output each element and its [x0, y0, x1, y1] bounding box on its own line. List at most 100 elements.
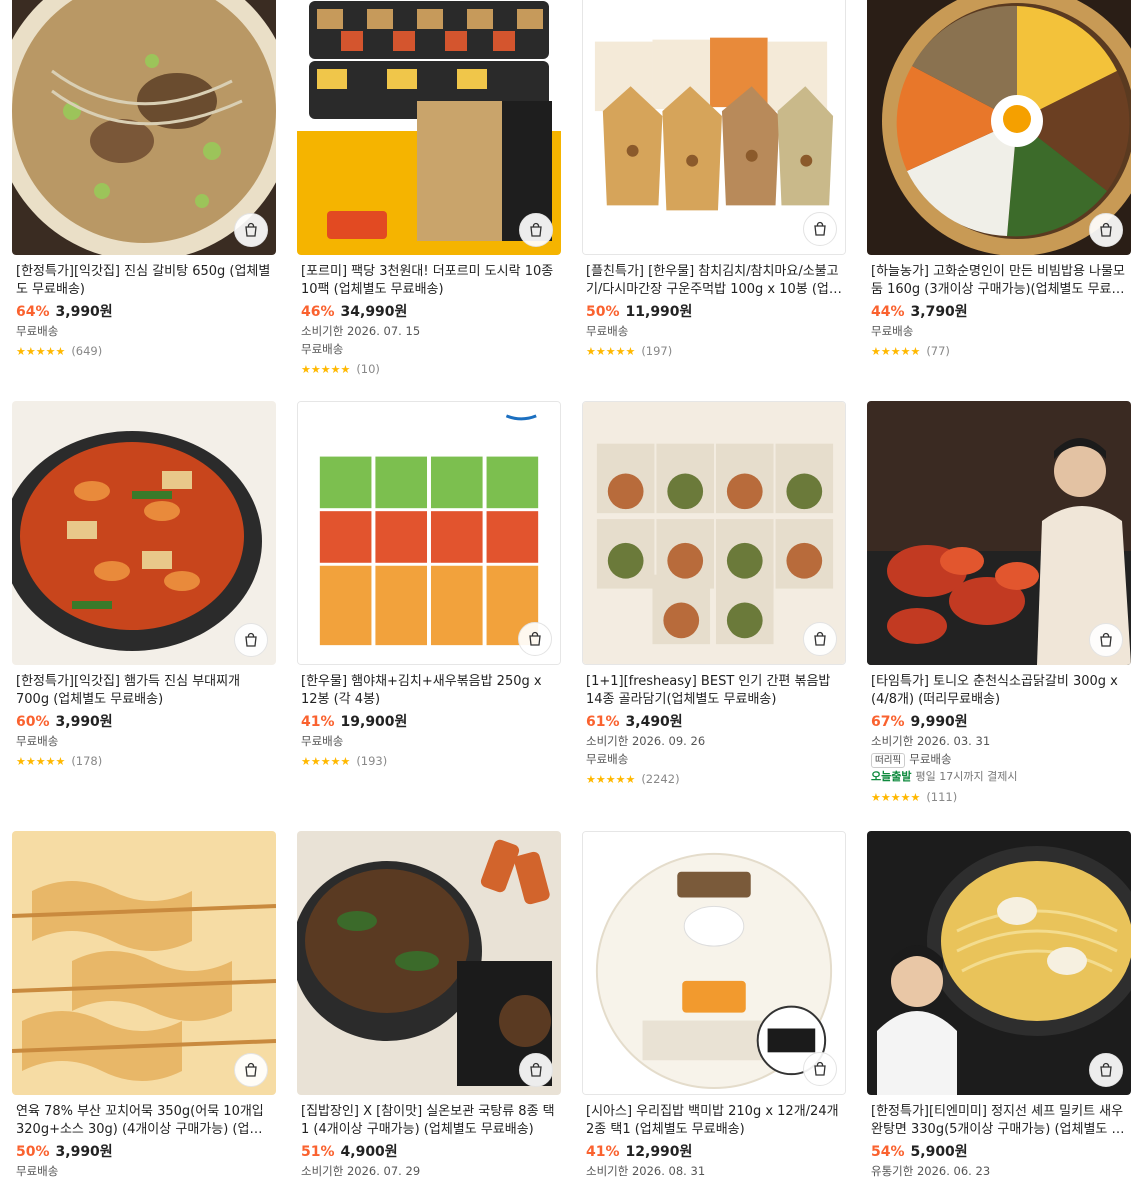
shipping-info: 무료배송 [586, 752, 629, 766]
product-title[interactable]: [한정특가][익갓집] 진심 갈비탕 650g (업체별도 무료배송) [16, 263, 272, 299]
product-price: 34,990원 [340, 304, 408, 320]
product-card[interactable]: [시아스] 우리집밥 백미밥 210g x 12개/24개 2종 택1 (업체별… [582, 831, 846, 1180]
product-image[interactable] [12, 831, 276, 1095]
rating-stars: ★★★★★ [871, 344, 921, 358]
product-image[interactable] [582, 401, 846, 665]
product-card[interactable]: [1+1][fresheasy] BEST 인기 간편 볶음밥 14종 골라담기… [582, 401, 846, 788]
product-title[interactable]: [타임특가] 토니오 춘천식소곱닭갈비 300g x (4/8개) (떠리무료배… [871, 673, 1127, 709]
product-card[interactable]: [한정특가][익갓집] 햄가득 진심 부대찌개 700g (업체별도 무료배송)… [12, 401, 276, 770]
shopping-bag-icon [1100, 222, 1112, 237]
discount-rate: 50% [586, 304, 620, 320]
discount-rate: 64% [16, 304, 50, 320]
product-image[interactable] [867, 831, 1131, 1095]
discount-rate: 67% [871, 714, 905, 730]
expiry-date: 소비기한 2026. 07. 15 [301, 324, 421, 338]
shipping-info: 무료배송 [586, 324, 629, 338]
rating: ★★★★★ (178) [16, 752, 272, 770]
rating-stars: ★★★★★ [301, 754, 351, 768]
product-title[interactable]: [집밥장인] X [참이맛] 실온보관 국탕류 8종 택1 (4개이상 구매가능… [301, 1103, 557, 1139]
add-to-cart-button[interactable] [519, 213, 553, 247]
product-card[interactable]: [플친특가] [한우물] 참치김치/참치마요/소불고기/다시마간장 구운주먹밥 … [582, 0, 846, 360]
review-count: (193) [356, 754, 388, 768]
add-to-cart-button[interactable] [519, 1053, 553, 1087]
shopping-bag-icon [814, 1061, 826, 1076]
rating: ★★★★★ (2242) [586, 770, 842, 788]
add-to-cart-button[interactable] [803, 1052, 837, 1086]
add-to-cart-button[interactable] [803, 212, 837, 246]
rating: ★★★★★ (111) [871, 788, 1127, 806]
product-price: 3,990원 [55, 714, 113, 730]
shopping-bag-icon [530, 222, 542, 237]
rating-stars: ★★★★★ [586, 344, 636, 358]
product-card[interactable]: [하늘농가] 고화순명인이 만든 비빔밥용 나물모둠 160g (3개이상 구매… [867, 0, 1131, 360]
today-delivery-badge: 오늘출발 [871, 770, 912, 783]
rating: ★★★★★ (10) [301, 360, 557, 378]
gamjatang-image [297, 831, 561, 1095]
product-price: 19,900원 [340, 714, 408, 730]
rating: ★★★★★ (649) [16, 342, 272, 360]
product-image[interactable] [297, 401, 561, 665]
product-card[interactable]: [한정특가][익갓집] 진심 갈비탕 650g (업체별도 무료배송) 64% 3… [12, 0, 276, 360]
shopping-bag-icon [245, 632, 257, 647]
discount-rate: 54% [871, 1144, 905, 1160]
shipping-info: 무료배송 [301, 342, 344, 356]
add-to-cart-button[interactable] [518, 622, 552, 656]
rating-stars: ★★★★★ [301, 362, 351, 376]
shipping-info: 무료배송 [301, 734, 344, 748]
budae-jjigae-image [12, 401, 276, 665]
dakgalbi-image [867, 401, 1131, 665]
shopping-bag-icon [529, 631, 541, 646]
product-price: 9,990원 [910, 714, 968, 730]
shopping-bag-icon [245, 1062, 257, 1077]
add-to-cart-button[interactable] [234, 213, 268, 247]
product-title[interactable]: [시아스] 우리집밥 백미밥 210g x 12개/24개 2종 택1 (업체별… [586, 1103, 842, 1139]
product-image[interactable] [12, 0, 276, 255]
product-card[interactable]: 연육 78% 부산 꼬치어묵 350g(어묵 10개입 320g+소스 30g)… [12, 831, 276, 1180]
product-card[interactable]: [집밥장인] X [참이맛] 실온보관 국탕류 8종 택1 (4개이상 구매가능… [297, 831, 561, 1180]
rating-stars: ★★★★★ [16, 344, 66, 358]
product-image[interactable] [12, 401, 276, 665]
product-image[interactable] [297, 831, 561, 1095]
add-to-cart-button[interactable] [234, 1053, 268, 1087]
product-title[interactable]: [1+1][fresheasy] BEST 인기 간편 볶음밥 14종 골라담기… [586, 673, 842, 709]
add-to-cart-button[interactable] [1089, 623, 1123, 657]
product-image[interactable] [582, 831, 846, 1095]
review-count: (2242) [641, 772, 680, 786]
product-price: 12,990원 [625, 1144, 693, 1160]
add-to-cart-button[interactable] [1089, 1053, 1123, 1087]
product-title[interactable]: [하늘농가] 고화순명인이 만든 비빔밥용 나물모둠 160g (3개이상 구매… [871, 263, 1127, 299]
product-price: 3,490원 [625, 714, 683, 730]
discount-rate: 41% [301, 714, 335, 730]
product-title[interactable]: [플친특가] [한우물] 참치김치/참치마요/소불고기/다시마간장 구운주먹밥 … [586, 263, 842, 299]
galbitang-image [12, 0, 276, 255]
product-card[interactable]: [포르미] 팩당 3천원대! 더포르미 도시락 10종 10팩 (업체별도 무료… [297, 0, 561, 378]
product-title[interactable]: [한우물] 햄야채+김치+새우볶음밥 250g x 12봉 (각 4봉) [301, 673, 557, 709]
product-image[interactable] [582, 0, 846, 255]
add-to-cart-button[interactable] [1089, 213, 1123, 247]
discount-rate: 50% [16, 1144, 50, 1160]
product-card[interactable]: [타임특가] 토니오 춘천식소곱닭갈비 300g x (4/8개) (떠리무료배… [867, 401, 1131, 806]
white-rice-bowl-image [583, 832, 845, 1094]
shopping-bag-icon [814, 221, 826, 236]
shopping-bag-icon [530, 1062, 542, 1077]
fresheasy-fried-rice-image [583, 402, 845, 664]
rating-stars: ★★★★★ [586, 772, 636, 786]
add-to-cart-button[interactable] [234, 623, 268, 657]
product-card[interactable]: [한우물] 햄야채+김치+새우볶음밥 250g x 12봉 (각 4봉) 41%… [297, 401, 561, 770]
discount-rate: 61% [586, 714, 620, 730]
product-card[interactable]: [한정특가][티엔미미] 정지선 셰프 밀키트 새우완탕면 330g(5개이상 … [867, 831, 1131, 1180]
product-title[interactable]: [포르미] 팩당 3천원대! 더포르미 도시락 10종 10팩 (업체별도 무료… [301, 263, 557, 299]
product-title[interactable]: [한정특가][익갓집] 햄가득 진심 부대찌개 700g (업체별도 무료배송) [16, 673, 272, 709]
product-title[interactable]: 연육 78% 부산 꼬치어묵 350g(어묵 10개입 320g+소스 30g)… [16, 1103, 272, 1139]
shipping-info: 무료배송 [16, 1164, 59, 1178]
product-title[interactable]: [한정특가][티엔미미] 정지선 셰프 밀키트 새우완탕면 330g(5개이상 … [871, 1103, 1127, 1139]
shipping-info: 무료배송 [16, 734, 59, 748]
product-price: 3,790원 [910, 304, 968, 320]
product-image[interactable] [297, 0, 561, 255]
discount-rate: 60% [16, 714, 50, 730]
add-to-cart-button[interactable] [803, 622, 837, 656]
shipping-info: 떠리픽 무료배송 [871, 750, 1127, 768]
shipping-info: 무료배송 [871, 324, 914, 338]
product-image[interactable] [867, 401, 1131, 665]
product-image[interactable] [867, 0, 1131, 255]
